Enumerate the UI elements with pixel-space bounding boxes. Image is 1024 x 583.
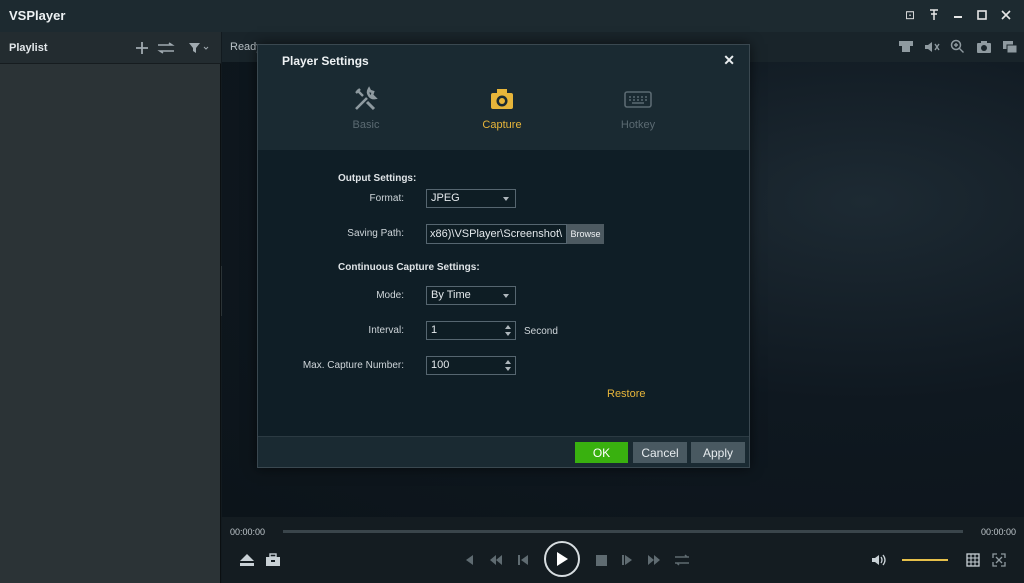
fullscreen-icon[interactable] <box>990 551 1008 569</box>
tab-capture[interactable]: Capture <box>462 85 542 135</box>
total-time: 00:00:00 <box>980 527 1016 537</box>
playlist-panel: Playlist <box>0 32 221 583</box>
playlist-title: Playlist <box>9 42 48 54</box>
video-tools <box>897 38 1018 55</box>
snapshot-icon[interactable] <box>975 38 992 55</box>
window-controls: ⊡ <box>902 6 1014 24</box>
progress-bar[interactable] <box>283 530 963 533</box>
tab-basic[interactable]: Basic <box>326 85 406 135</box>
ptz-icon[interactable] <box>897 38 914 55</box>
player-settings-dialog: Player Settings ✕ Basic Capture Hotkey O… <box>257 44 750 468</box>
format-label: Format: <box>369 193 404 204</box>
tab-basic-label: Basic <box>352 119 380 131</box>
minimize-icon[interactable] <box>950 6 966 24</box>
stepper-down-icon[interactable] <box>505 332 511 336</box>
chevron-down-icon <box>503 197 509 201</box>
previous-file-icon[interactable] <box>462 553 476 567</box>
window-mode-icon[interactable]: ⊡ <box>902 6 918 24</box>
ok-button[interactable]: OK <box>575 442 628 463</box>
chevron-down-icon <box>503 294 509 298</box>
next-frame-icon[interactable] <box>620 553 634 567</box>
restore-link[interactable]: Restore <box>607 388 646 400</box>
tab-hotkey[interactable]: Hotkey <box>598 85 678 135</box>
dialog-header: Player Settings ✕ Basic Capture Hotkey <box>258 45 749 150</box>
max-capture-value: 100 <box>431 359 450 371</box>
slow-down-icon[interactable] <box>488 553 504 567</box>
browse-button[interactable]: Browse <box>567 224 604 244</box>
interval-stepper[interactable]: 1 <box>426 321 516 340</box>
saving-path-field[interactable]: x86)\VSPlayer\Screenshot\ <box>426 224 567 244</box>
saving-path-label: Saving Path: <box>347 228 404 239</box>
interval-value: 1 <box>431 324 438 336</box>
title-bar: VSPlayer ⊡ <box>0 0 1024 32</box>
interval-unit: Second <box>524 326 558 337</box>
dialog-title: Player Settings <box>282 54 369 68</box>
maximize-icon[interactable] <box>974 6 990 24</box>
mode-select[interactable]: By Time <box>426 286 516 305</box>
audio-icon[interactable] <box>923 38 940 55</box>
mode-label: Mode: <box>376 290 404 301</box>
max-capture-stepper[interactable]: 100 <box>426 356 516 375</box>
output-settings-heading: Output Settings: <box>338 173 417 184</box>
keyboard-icon <box>598 85 678 113</box>
stepper-up-icon[interactable] <box>505 360 511 364</box>
playlist-header: Playlist <box>0 32 221 64</box>
dialog-footer: OK Cancel Apply <box>258 436 749 467</box>
filter-icon[interactable] <box>187 39 211 57</box>
eject-icon[interactable] <box>238 551 256 569</box>
play-icon <box>557 552 568 566</box>
tools-icon <box>326 85 406 113</box>
add-icon[interactable] <box>133 39 151 57</box>
mode-value: By Time <box>431 289 471 301</box>
pin-icon[interactable] <box>926 6 942 24</box>
cancel-button[interactable]: Cancel <box>633 442 687 463</box>
max-capture-label: Max. Capture Number: <box>302 360 404 371</box>
fast-forward-icon[interactable] <box>646 553 662 567</box>
grid-layout-icon[interactable] <box>964 551 982 569</box>
close-icon[interactable] <box>998 6 1014 24</box>
toolbox-icon[interactable] <box>264 551 282 569</box>
multi-snapshot-icon[interactable] <box>1001 38 1018 55</box>
volume-icon[interactable] <box>870 551 888 569</box>
current-time: 00:00:00 <box>230 527 266 537</box>
camera-icon <box>462 85 542 113</box>
dialog-close-icon[interactable]: ✕ <box>723 52 735 69</box>
playback-controls: 00:00:00 00:00:00 <box>222 517 1024 583</box>
apply-button[interactable]: Apply <box>691 442 745 463</box>
app-title: VSPlayer <box>9 8 66 23</box>
tab-capture-label: Capture <box>482 119 522 131</box>
continuous-capture-heading: Continuous Capture Settings: <box>338 262 480 273</box>
stop-icon[interactable] <box>594 553 608 567</box>
interval-label: Interval: <box>368 325 404 336</box>
stepper-up-icon[interactable] <box>505 325 511 329</box>
switch-icon[interactable] <box>674 553 690 567</box>
volume-level <box>902 559 948 561</box>
previous-frame-icon[interactable] <box>516 553 530 567</box>
tab-hotkey-label: Hotkey <box>620 119 656 131</box>
capture-settings-panel: Output Settings: Format: JPEG Saving Pat… <box>258 150 749 436</box>
play-button[interactable] <box>544 541 580 577</box>
swap-icon[interactable] <box>157 39 175 57</box>
zoom-icon[interactable] <box>949 38 966 55</box>
vsplayer-window: VSPlayer ⊡ Playlist Ready 00:00:00 00:00… <box>0 0 1024 583</box>
format-select[interactable]: JPEG <box>426 189 516 208</box>
format-value: JPEG <box>431 192 460 204</box>
volume-slider[interactable] <box>902 559 948 561</box>
stepper-down-icon[interactable] <box>505 367 511 371</box>
